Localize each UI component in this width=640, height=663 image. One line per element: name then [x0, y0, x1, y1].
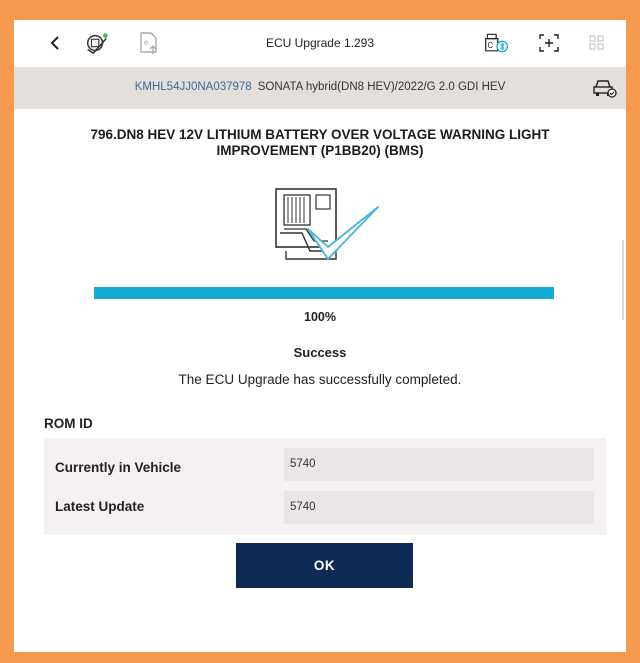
rom-value-latest: 5740 [284, 491, 594, 524]
status-message: The ECU Upgrade has successfully complet… [178, 372, 462, 387]
bluetooth-vci-icon[interactable]: C [484, 30, 510, 56]
ecu-success-icon [266, 185, 382, 267]
window-title: ECU Upgrade 1.293 [265, 36, 375, 50]
vehicle-status-icon[interactable] [592, 77, 618, 99]
rom-row-label: Latest Update [55, 499, 145, 514]
vin-number: KMHL54JJ0NA037978 [134, 81, 252, 93]
top-toolbar: e ECU Upgrade 1.293 C [14, 20, 626, 67]
vehicle-info-bar: KMHL54JJ0NA037978 SONATA hybrid(DN8 HEV)/… [14, 67, 626, 109]
rom-value-current: 5740 [284, 448, 594, 481]
progress-percent: 100% [304, 310, 336, 324]
vehicle-info: KMHL54JJ0NA037978 SONATA hybrid(DN8 HEV)/… [14, 81, 626, 93]
vehicle-description: SONATA hybrid(DN8 HEV)/2022/G 2.0 GDI HE… [257, 81, 506, 93]
progress-bar [94, 287, 554, 299]
status-label: Success [293, 345, 347, 360]
upgrade-title: 796.DN8 HEV 12V LITHIUM BATTERY OVER VOL… [90, 127, 550, 158]
progress-fill [94, 287, 554, 299]
rom-row-label: Currently in Vehicle [55, 460, 182, 475]
grid-menu-icon[interactable] [584, 30, 610, 56]
rom-id-heading: ROM ID [44, 416, 93, 431]
scrollbar[interactable] [622, 240, 624, 320]
svg-text:C: C [487, 41, 493, 50]
screenshot-icon[interactable] [536, 30, 562, 56]
ok-button[interactable]: OK [236, 543, 413, 588]
rom-id-panel: Currently in Vehicle 5740 Latest Update … [44, 438, 606, 535]
app-window: e ECU Upgrade 1.293 C KMHL54JJ0NA037978 … [14, 20, 626, 652]
